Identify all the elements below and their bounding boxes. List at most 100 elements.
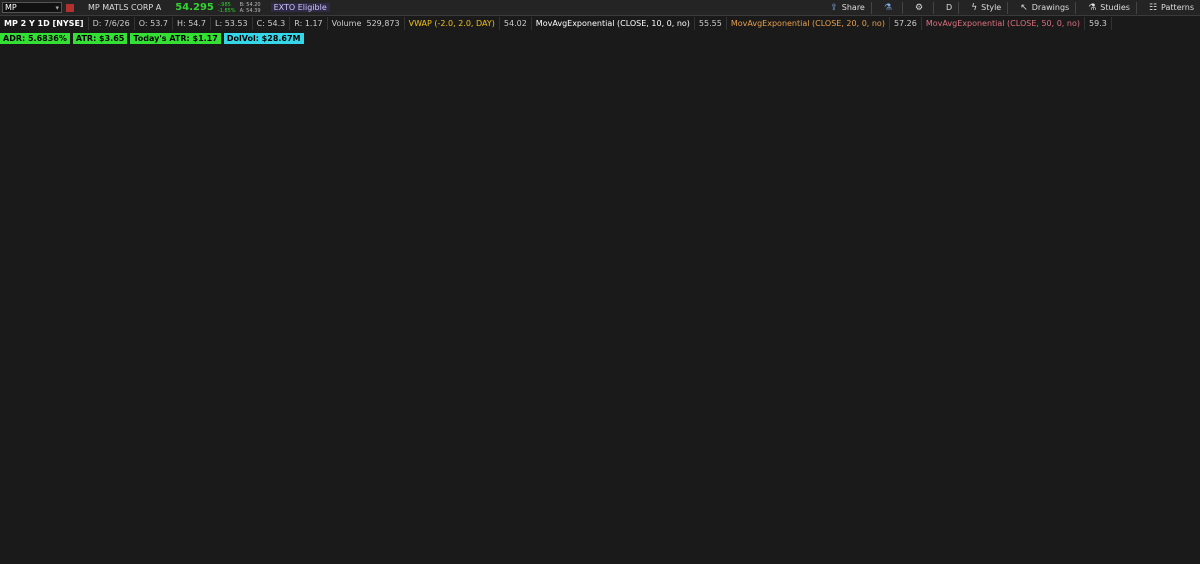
earnings-marker[interactable]: [6, 527, 14, 535]
dividend-marker[interactable]: [351, 537, 359, 545]
volume-bar: [562, 510, 565, 546]
volume-bar: [242, 534, 245, 546]
candle: [107, 481, 109, 484]
volume-bar: [1144, 518, 1147, 546]
share-icon: ⇪: [830, 2, 838, 13]
volume-bar: [355, 528, 358, 546]
dividend-marker[interactable]: [908, 537, 916, 545]
volume-bar: [385, 494, 388, 546]
volume-bar: [1080, 518, 1082, 546]
studies-button[interactable]: ⚗ Studies: [1088, 3, 1130, 13]
candle: [558, 163, 560, 175]
volume-bar: [429, 522, 431, 546]
dividend-marker[interactable]: [522, 537, 530, 545]
volume-bar: [360, 536, 362, 546]
style-button[interactable]: ϟ Style: [971, 3, 1001, 13]
settings-button[interactable]: ⚙: [915, 3, 927, 13]
volume-bar: [1116, 509, 1119, 546]
candle: [305, 423, 307, 426]
volume-bar: [792, 518, 795, 546]
candle: [767, 236, 770, 242]
volume-bar: [587, 517, 590, 546]
candle: [123, 465, 126, 469]
earnings-marker[interactable]: [522, 527, 530, 535]
drawings-button[interactable]: ↖ Drawings: [1020, 3, 1069, 13]
dividend-marker[interactable]: [6, 537, 14, 545]
ema10-label[interactable]: MovAvgExponential (CLOSE, 10, 0, no): [532, 16, 695, 30]
volume-bar: [893, 491, 896, 546]
volume-bar: [627, 430, 629, 546]
volume-bar: [249, 532, 252, 546]
exto-eligible-badge[interactable]: EXTO Eligible: [270, 3, 330, 12]
candle: [1103, 205, 1105, 225]
volume-bar: [840, 507, 843, 546]
dividend-marker[interactable]: [1044, 537, 1052, 545]
volume-bar: [127, 531, 130, 546]
candle: [919, 239, 921, 242]
earnings-marker[interactable]: [698, 527, 706, 535]
flask-button[interactable]: ⚗: [884, 3, 896, 13]
dividend-marker[interactable]: [199, 537, 207, 545]
volume-bar: [719, 521, 721, 546]
ema20-label[interactable]: MovAvgExponential (CLOSE, 20, 0, no): [727, 16, 890, 30]
volume-bar: [976, 526, 979, 546]
volume-bar: [374, 527, 376, 546]
volume-bar: [1077, 507, 1080, 546]
volume-bar: [10, 530, 13, 546]
chevron-down-icon[interactable]: ▾: [55, 4, 59, 12]
patterns-button[interactable]: ☷ Patterns: [1149, 3, 1194, 13]
candle: [417, 404, 420, 415]
volume-bar: [75, 529, 77, 546]
volume-bar: [63, 519, 66, 546]
candle: [217, 438, 220, 440]
candle: [118, 469, 121, 472]
candle: [613, 170, 615, 187]
candle: [1075, 228, 1078, 233]
volume-bar: [376, 523, 379, 546]
candle: [364, 452, 367, 454]
candle: [594, 217, 597, 223]
candle: [1045, 175, 1048, 180]
vwap-label[interactable]: VWAP (-2.0, 2.0, DAY): [405, 16, 500, 30]
candle: [452, 390, 454, 396]
volume-bar: [139, 522, 142, 546]
share-button[interactable]: ⇪ Share: [830, 3, 865, 13]
candle: [995, 264, 997, 270]
earnings-marker[interactable]: [351, 527, 359, 535]
volume-bar: [231, 521, 234, 546]
candle: [806, 284, 809, 298]
earnings-marker[interactable]: [1044, 527, 1052, 535]
volume-bar: [785, 525, 788, 546]
earnings-marker[interactable]: [908, 527, 916, 535]
studies-label: Studies: [1100, 3, 1130, 12]
volume-bar: [1050, 516, 1052, 546]
candle: [610, 186, 613, 196]
volume-bar: [123, 527, 126, 546]
candle: [1008, 242, 1011, 245]
volume-bar: [633, 520, 636, 546]
earnings-marker[interactable]: [199, 527, 207, 535]
volume-bar: [155, 467, 158, 546]
volume-bar: [831, 506, 834, 546]
candle: [1133, 238, 1135, 245]
ema50-label[interactable]: MovAvgExponential (CLOSE, 50, 0, no): [922, 16, 1085, 30]
dividend-marker[interactable]: [698, 537, 706, 545]
period-button[interactable]: D: [946, 3, 952, 12]
volume-bar: [1036, 518, 1039, 546]
alert-icon[interactable]: [66, 3, 74, 12]
volume-bar: [263, 524, 266, 546]
candle: [1096, 174, 1098, 191]
volume-bar: [656, 515, 659, 546]
volume-bar: [284, 536, 287, 546]
volume-bar: [923, 526, 926, 546]
volume-bar: [1043, 520, 1046, 546]
volume-bar: [114, 519, 116, 546]
candle: [967, 278, 970, 294]
price-chart[interactable]: MP MATERIALS 2025 year 15 20 25 30 35 40 45 50 5…: [0, 0, 1200, 564]
volume-bar: [900, 518, 903, 546]
volume-bar: [972, 515, 974, 546]
candle: [1068, 229, 1071, 234]
volume-bar: [192, 534, 195, 546]
candle: [109, 478, 112, 482]
symbol-input[interactable]: MP ▾: [2, 2, 62, 13]
